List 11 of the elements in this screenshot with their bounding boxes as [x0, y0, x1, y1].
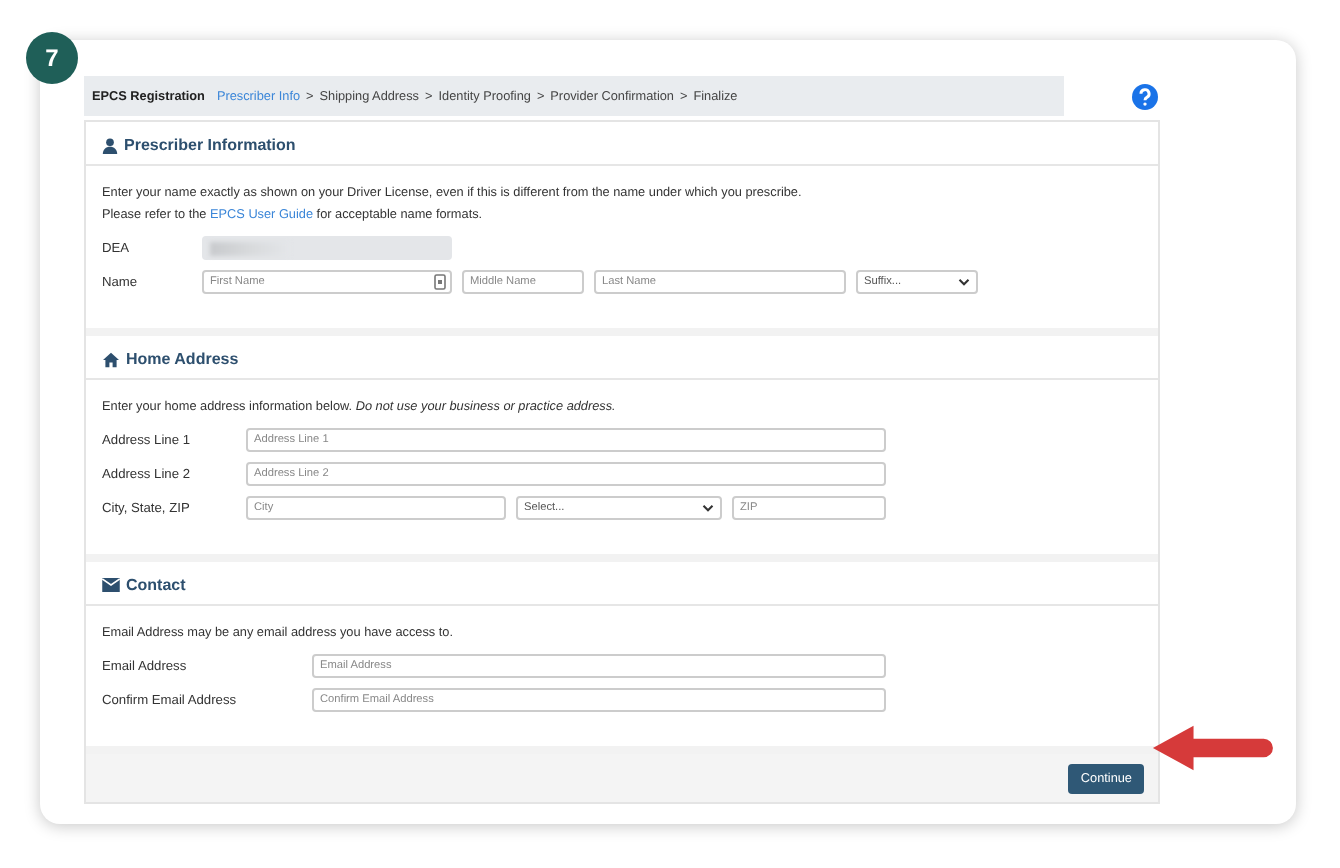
- help-icon[interactable]: [1132, 83, 1158, 109]
- section-title: Contact: [126, 576, 186, 594]
- step-badge: 7: [26, 32, 78, 84]
- pointer-arrow: [1150, 724, 1274, 772]
- envelope-icon: [102, 578, 120, 592]
- chevron-icon: [958, 278, 970, 286]
- person-icon: [102, 137, 118, 153]
- home-icon: [102, 351, 120, 367]
- section-title: Prescriber Information: [124, 136, 296, 154]
- chevron-icon: [702, 504, 714, 512]
- section-title: Home Address: [126, 350, 239, 368]
